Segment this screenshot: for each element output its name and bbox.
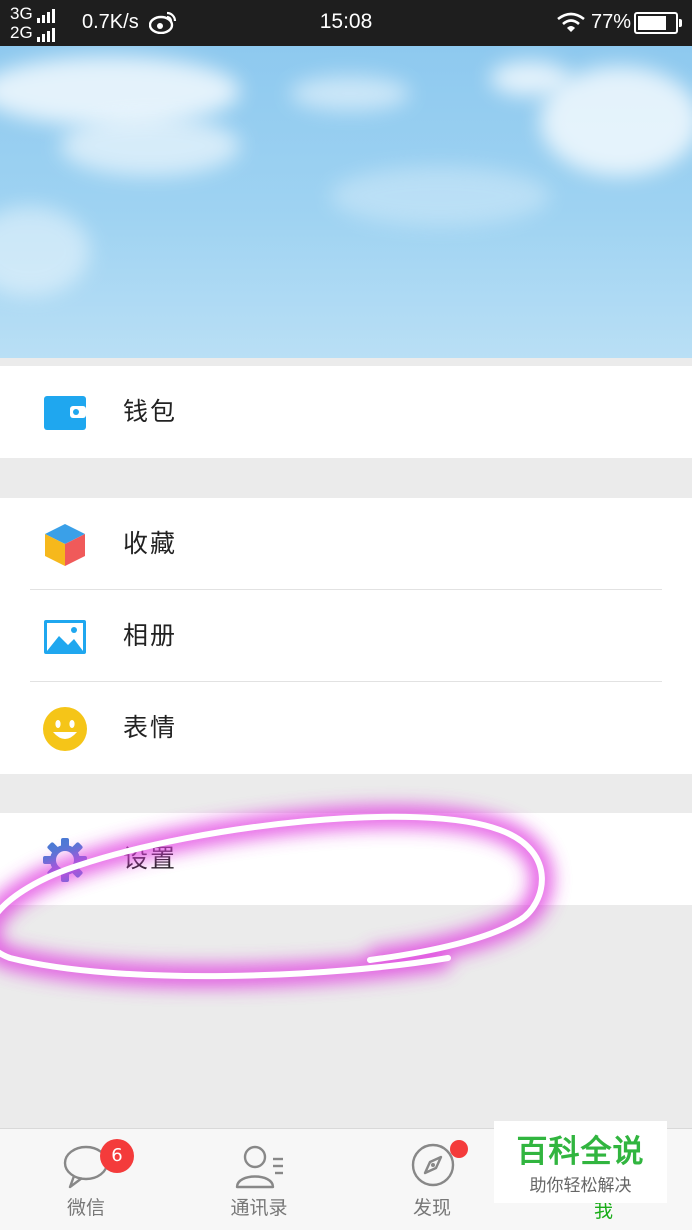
highlight-circle-annotation bbox=[0, 805, 553, 988]
menu-item-favorites[interactable]: 收藏 bbox=[0, 498, 692, 590]
tab-label: 通讯录 bbox=[230, 1197, 288, 1219]
wifi-icon bbox=[556, 11, 586, 38]
tab-discover[interactable]: 发现 bbox=[372, 1129, 492, 1230]
menu-item-stickers[interactable]: 表情 bbox=[0, 682, 692, 774]
menu-item-label: 相册 bbox=[123, 621, 178, 650]
watermark-subtitle: 助你轻松解决 bbox=[529, 1176, 632, 1196]
tab-label: 发现 bbox=[412, 1197, 451, 1219]
unread-badge: 6 bbox=[100, 1139, 134, 1173]
battery-icon bbox=[634, 12, 682, 34]
smiley-icon bbox=[42, 706, 88, 752]
wallet-icon bbox=[42, 390, 88, 436]
battery-percent: 77% bbox=[591, 11, 632, 33]
menu-item-wallet[interactable]: 钱包 bbox=[0, 366, 692, 458]
profile-cover-image[interactable] bbox=[0, 46, 692, 358]
menu-group-wallet: 钱包 bbox=[0, 366, 692, 458]
menu-item-label: 表情 bbox=[123, 713, 178, 742]
menu-item-label: 收藏 bbox=[123, 529, 178, 558]
menu-group-media: 收藏 相册 表情 bbox=[0, 498, 692, 774]
tab-label: 微信 bbox=[66, 1197, 105, 1219]
tab-contacts[interactable]: 通讯录 bbox=[199, 1129, 319, 1230]
tab-chats[interactable]: 6 微信 bbox=[26, 1129, 146, 1230]
menu-item-album[interactable]: 相册 bbox=[0, 590, 692, 682]
picture-icon bbox=[42, 614, 88, 660]
cube-icon bbox=[42, 522, 88, 568]
status-bar: 3G 2G 0.7K/s 15:08 77% bbox=[0, 0, 692, 46]
clock: 15:08 bbox=[319, 10, 373, 33]
contacts-icon bbox=[235, 1145, 283, 1189]
watermark-title: 百科全说 bbox=[516, 1134, 645, 1170]
watermark-logo: 百科全说 助你轻松解决 bbox=[494, 1121, 667, 1203]
menu-item-label: 钱包 bbox=[123, 397, 178, 426]
new-content-dot bbox=[450, 1140, 468, 1158]
